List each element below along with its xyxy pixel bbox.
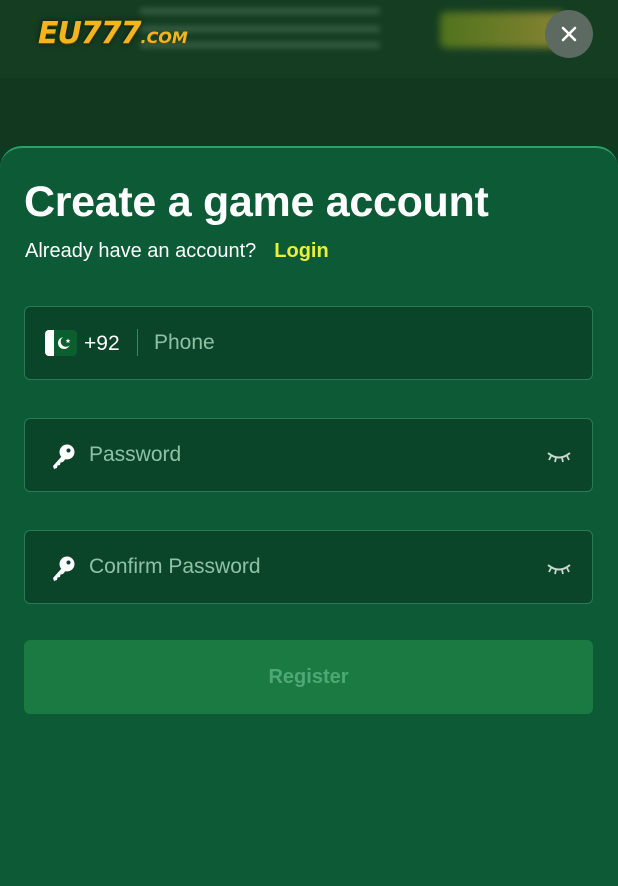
key-icon [53, 556, 75, 581]
eye-closed-icon[interactable] [545, 448, 573, 464]
field-divider [137, 329, 138, 356]
country-code[interactable]: +92 [84, 332, 120, 356]
logo-suffix-text: .COM [140, 28, 188, 47]
eye-closed-icon[interactable] [545, 560, 573, 576]
phone-field[interactable]: +92 Phone [24, 306, 593, 380]
login-prompt-row: Already have an account? Login [25, 240, 329, 263]
password-field[interactable]: Password [24, 418, 593, 492]
logo-main-text: EU777 [38, 16, 141, 51]
login-link[interactable]: Login [274, 240, 328, 262]
confirm-password-field[interactable]: Confirm Password [24, 530, 593, 604]
background-navbar [0, 78, 618, 208]
phone-input[interactable]: Phone [154, 331, 215, 355]
register-button[interactable]: Register [24, 640, 593, 714]
close-icon [561, 26, 577, 42]
brand-logo: EU777.COM [38, 16, 188, 51]
page-title: Create a game account [24, 178, 489, 226]
password-input[interactable]: Password [89, 443, 181, 467]
account-prompt-text: Already have an account? [25, 240, 257, 262]
close-button[interactable] [545, 10, 593, 58]
confirm-password-input[interactable]: Confirm Password [89, 555, 261, 579]
key-icon [53, 444, 75, 469]
pakistan-flag-icon [45, 330, 77, 356]
register-sheet: Create a game account Already have an ac… [0, 146, 618, 886]
